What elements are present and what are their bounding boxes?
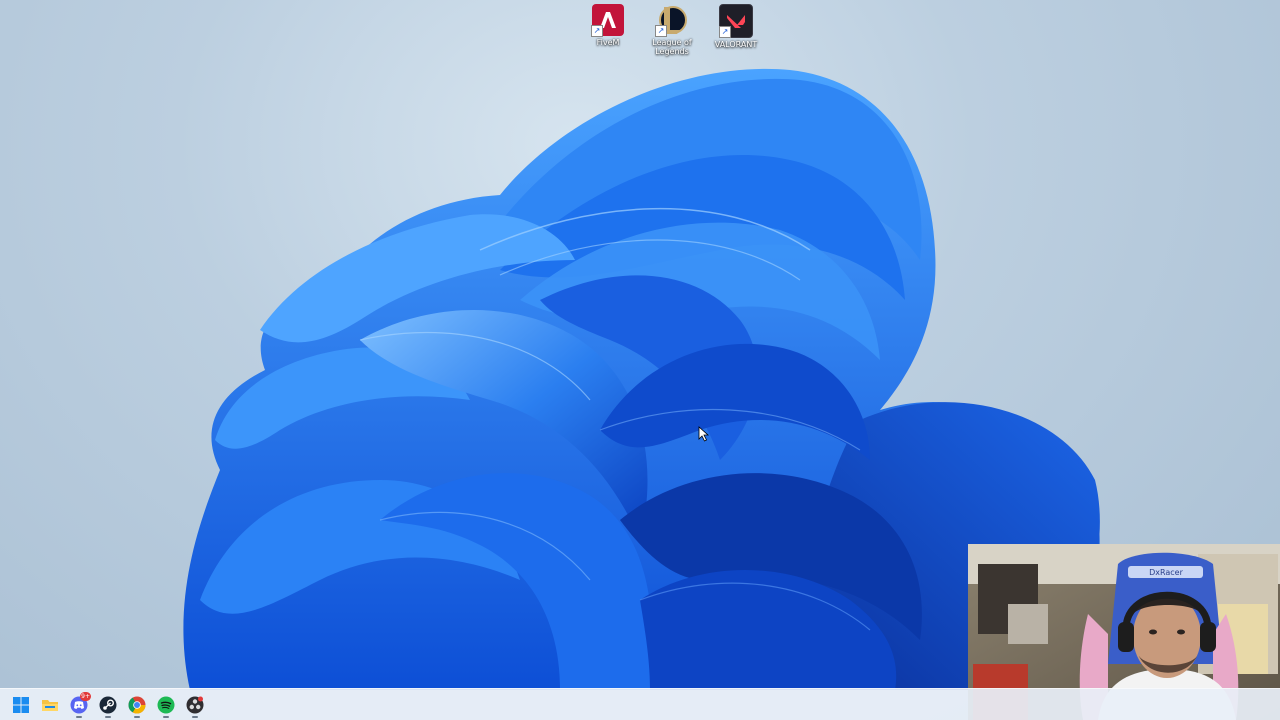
running-indicator	[134, 715, 140, 718]
running-indicator	[76, 715, 82, 718]
running-indicator	[105, 715, 111, 718]
chair-text: DxRacer	[1149, 568, 1184, 577]
shortcut-arrow-icon: ↗	[591, 25, 603, 37]
file-explorer-button[interactable]	[37, 692, 63, 718]
spotify-icon	[157, 696, 175, 713]
obs-button[interactable]	[182, 692, 208, 718]
chrome-icon	[128, 696, 146, 713]
running-indicator	[192, 715, 198, 718]
valorant-icon: ↗	[719, 4, 753, 38]
fivem-icon: ↗	[591, 4, 624, 37]
desktop[interactable]: ↗ FiveM ↗ League of Legends ↗ VALORANT D…	[0, 0, 1280, 720]
spotify-button[interactable]	[153, 692, 179, 718]
shortcut-arrow-icon: ↗	[719, 26, 731, 38]
desktop-icon-league-of-legends[interactable]: ↗ League of Legends	[639, 4, 705, 56]
desktop-icon-label: VALORANT	[714, 40, 758, 49]
shortcut-arrow-icon: ↗	[655, 25, 667, 37]
start-button[interactable]	[8, 692, 34, 718]
taskbar: 9+	[0, 688, 1280, 720]
steam-button[interactable]	[95, 692, 121, 718]
folder-icon	[42, 699, 58, 711]
steam-icon	[99, 696, 117, 713]
desktop-icon-label: FiveM	[596, 38, 620, 47]
running-indicator	[163, 715, 169, 718]
chrome-button[interactable]	[124, 692, 150, 718]
desktop-icon-fivem[interactable]: ↗ FiveM	[575, 4, 641, 47]
mouse-cursor-icon	[698, 426, 710, 442]
league-of-legends-icon: ↗	[655, 4, 688, 37]
desktop-icon-label: League of Legends	[652, 38, 692, 56]
windows-logo-icon	[13, 696, 29, 713]
desktop-icon-valorant[interactable]: ↗ VALORANT	[703, 4, 769, 49]
discord-button[interactable]: 9+	[66, 691, 92, 718]
notification-badge: 9+	[80, 691, 91, 701]
obs-icon	[186, 696, 204, 713]
